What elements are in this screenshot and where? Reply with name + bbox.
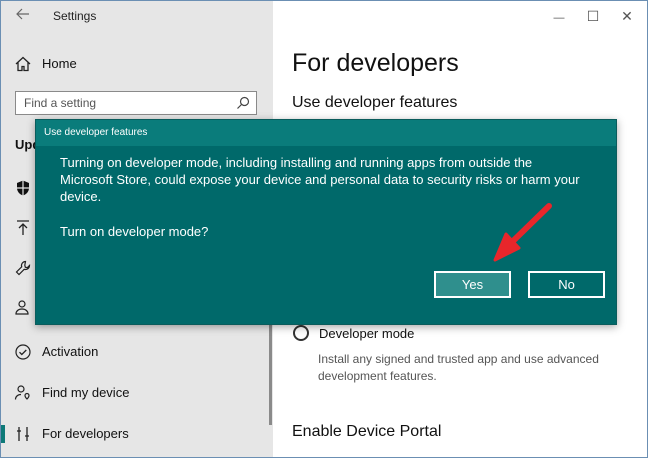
dialog-title: Use developer features [44, 127, 148, 138]
search-icon[interactable] [236, 96, 250, 110]
check-circle-icon [15, 344, 31, 360]
wrench-icon [15, 260, 31, 276]
back-arrow-icon [16, 8, 29, 20]
minimize-icon: — [553, 12, 565, 24]
title-bar: Settings [1, 1, 273, 31]
sidebar-item-label: Find my device [42, 385, 130, 400]
yes-button[interactable]: Yes [434, 271, 511, 298]
sidebar-item-home[interactable]: Home [1, 47, 273, 81]
maximize-icon: ☐ [586, 8, 600, 24]
person-location-icon [14, 385, 30, 400]
close-icon: ✕ [621, 8, 633, 24]
dialog-title-bar: Use developer features [36, 120, 616, 146]
shield-icon [17, 180, 29, 196]
sidebar-item-label: For developers [42, 426, 129, 441]
section-title: Use developer features [292, 94, 458, 111]
sidebar-item-find-my-device[interactable]: Find my device [1, 376, 273, 410]
developer-mode-radio[interactable] [293, 325, 309, 341]
home-icon [15, 56, 31, 72]
developer-mode-description: Install any signed and trusted app and u… [318, 352, 599, 383]
search-box[interactable] [15, 91, 257, 115]
dialog-question: Turn on developer mode? [60, 224, 209, 239]
sidebar-item-activation[interactable]: Activation [1, 335, 273, 369]
back-button[interactable] [11, 5, 35, 27]
page-title: For developers [292, 49, 459, 77]
maximize-button[interactable]: ☐ [575, 1, 611, 31]
person-sync-icon [15, 300, 29, 315]
search-input[interactable] [24, 95, 224, 111]
close-button[interactable]: ✕ [609, 1, 645, 31]
app-title: Settings [53, 9, 97, 23]
no-button[interactable]: No [528, 271, 605, 298]
settings-window: Settings Home Upd Activation [0, 0, 648, 458]
developer-mode-label: Developer mode [319, 326, 415, 341]
developer-icon [17, 427, 29, 441]
dialog-message: Turning on developer mode, including ins… [60, 155, 580, 204]
upload-icon [17, 220, 29, 235]
device-portal-heading: Enable Device Portal [292, 423, 442, 440]
minimize-button[interactable]: — [541, 1, 577, 31]
developer-mode-dialog: Use developer features Turning on develo… [35, 119, 617, 325]
sidebar-item-label: Home [42, 56, 77, 71]
sidebar-item-label: Activation [42, 344, 99, 359]
sidebar-item-for-developers[interactable]: For developers [1, 417, 273, 451]
